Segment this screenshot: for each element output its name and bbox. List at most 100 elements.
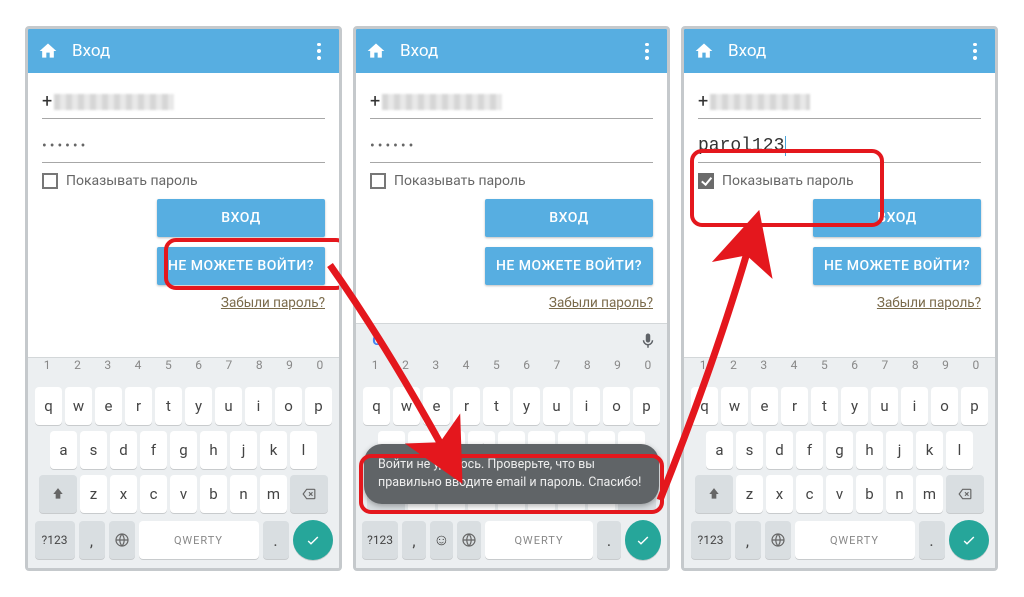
key-h[interactable]: h <box>856 431 883 469</box>
key-l[interactable]: l <box>290 431 317 469</box>
emoji-key[interactable]: ☺ <box>430 521 454 559</box>
period-key[interactable]: . <box>263 521 289 559</box>
key-b[interactable]: b <box>200 475 227 513</box>
key-j[interactable]: j <box>886 431 913 469</box>
period-key[interactable]: . <box>919 521 945 559</box>
key-t[interactable]: t <box>155 387 182 425</box>
key-p[interactable]: p <box>961 387 988 425</box>
key-e[interactable]: e <box>95 387 122 425</box>
key-o[interactable]: o <box>603 387 630 425</box>
key-j[interactable]: j <box>230 431 257 469</box>
enter-key[interactable] <box>293 520 333 560</box>
key-w[interactable]: w <box>65 387 92 425</box>
symbols-key[interactable]: ?123 <box>35 521 75 559</box>
login-button[interactable]: ВХОД <box>813 199 981 237</box>
key-p[interactable]: p <box>305 387 332 425</box>
login-button[interactable]: ВХОД <box>157 199 325 237</box>
key-y[interactable]: y <box>513 387 540 425</box>
key-f[interactable]: f <box>796 431 823 469</box>
home-icon[interactable] <box>694 41 714 61</box>
comma-key[interactable]: , <box>735 521 761 559</box>
forgot-password-link[interactable]: Забыли пароль? <box>698 295 981 311</box>
forgot-password-link[interactable]: Забыли пароль? <box>42 295 325 311</box>
show-password-checkbox[interactable]: Показывать пароль <box>698 173 981 189</box>
key-r[interactable]: r <box>125 387 152 425</box>
overflow-menu-icon[interactable] <box>965 41 985 61</box>
password-field[interactable]: •••••• <box>370 129 653 163</box>
key-v[interactable]: v <box>826 475 853 513</box>
key-o[interactable]: o <box>275 387 302 425</box>
key-q[interactable]: q <box>363 387 390 425</box>
space-key[interactable]: QWERTY <box>139 521 259 559</box>
comma-key[interactable]: , <box>402 521 426 559</box>
password-field[interactable]: parol123 <box>698 129 981 163</box>
key-g[interactable]: g <box>170 431 197 469</box>
key-e[interactable]: e <box>751 387 778 425</box>
key-g[interactable]: g <box>826 431 853 469</box>
shift-key[interactable] <box>39 475 77 513</box>
key-d[interactable]: d <box>110 431 137 469</box>
key-a[interactable]: a <box>50 431 77 469</box>
key-x[interactable]: x <box>766 475 793 513</box>
key-r[interactable]: r <box>781 387 808 425</box>
login-field[interactable]: + <box>698 85 981 119</box>
mic-icon[interactable] <box>639 332 657 350</box>
key-m[interactable]: m <box>916 475 943 513</box>
key-o[interactable]: o <box>931 387 958 425</box>
overflow-menu-icon[interactable] <box>637 41 657 61</box>
key-i[interactable]: i <box>901 387 928 425</box>
login-field[interactable]: + <box>42 85 325 119</box>
globe-key[interactable] <box>457 521 481 559</box>
login-button[interactable]: ВХОД <box>485 199 653 237</box>
comma-key[interactable]: , <box>79 521 105 559</box>
key-t[interactable]: t <box>811 387 838 425</box>
key-p[interactable]: p <box>633 387 660 425</box>
forgot-password-link[interactable]: Забыли пароль? <box>370 295 653 311</box>
key-s[interactable]: s <box>736 431 763 469</box>
key-k[interactable]: k <box>916 431 943 469</box>
key-v[interactable]: v <box>170 475 197 513</box>
cant-login-button[interactable]: НЕ МОЖЕТЕ ВОЙТИ? <box>813 247 981 285</box>
space-key[interactable]: QWERTY <box>485 521 594 559</box>
show-password-checkbox[interactable]: Показывать пароль <box>370 173 653 189</box>
key-h[interactable]: h <box>200 431 227 469</box>
key-y[interactable]: y <box>185 387 212 425</box>
key-a[interactable]: a <box>706 431 733 469</box>
key-t[interactable]: t <box>483 387 510 425</box>
key-e[interactable]: e <box>423 387 450 425</box>
key-x[interactable]: x <box>110 475 137 513</box>
cant-login-button[interactable]: НЕ МОЖЕТЕ ВОЙТИ? <box>157 247 325 285</box>
key-z[interactable]: z <box>736 475 763 513</box>
globe-key[interactable] <box>765 521 791 559</box>
key-n[interactable]: n <box>886 475 913 513</box>
key-u[interactable]: u <box>871 387 898 425</box>
key-u[interactable]: u <box>215 387 242 425</box>
show-password-checkbox[interactable]: Показывать пароль <box>42 173 325 189</box>
globe-key[interactable] <box>109 521 135 559</box>
key-r[interactable]: r <box>453 387 480 425</box>
password-field[interactable]: •••••• <box>42 129 325 163</box>
home-icon[interactable] <box>366 41 386 61</box>
key-m[interactable]: m <box>260 475 287 513</box>
google-icon[interactable]: G <box>366 330 388 352</box>
key-c[interactable]: c <box>140 475 167 513</box>
key-u[interactable]: u <box>543 387 570 425</box>
shift-key[interactable] <box>695 475 733 513</box>
enter-key[interactable] <box>949 520 989 560</box>
login-field[interactable]: + <box>370 85 653 119</box>
symbols-key[interactable]: ?123 <box>362 521 398 559</box>
key-c[interactable]: c <box>796 475 823 513</box>
key-b[interactable]: b <box>856 475 883 513</box>
key-q[interactable]: q <box>691 387 718 425</box>
key-k[interactable]: k <box>260 431 287 469</box>
cant-login-button[interactable]: НЕ МОЖЕТЕ ВОЙТИ? <box>485 247 653 285</box>
period-key[interactable]: . <box>597 521 621 559</box>
backspace-key[interactable] <box>290 475 328 513</box>
key-q[interactable]: q <box>35 387 62 425</box>
key-z[interactable]: z <box>80 475 107 513</box>
enter-key[interactable] <box>625 520 661 560</box>
symbols-key[interactable]: ?123 <box>691 521 731 559</box>
key-i[interactable]: i <box>245 387 272 425</box>
backspace-key[interactable] <box>946 475 984 513</box>
key-s[interactable]: s <box>80 431 107 469</box>
